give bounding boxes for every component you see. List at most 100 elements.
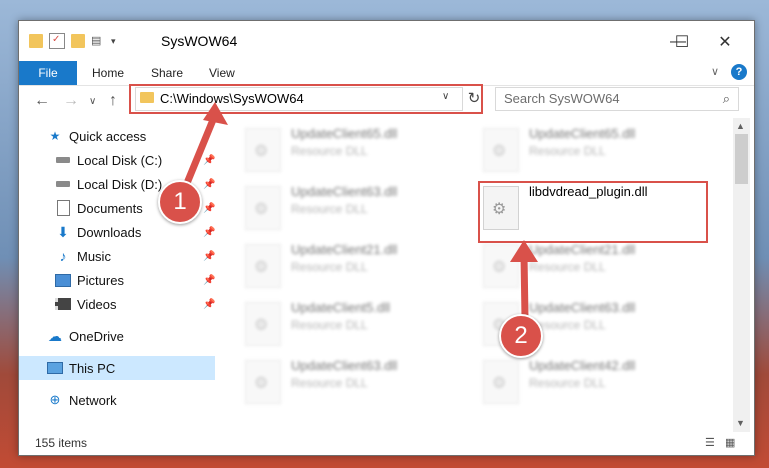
pin-icon[interactable]: 📌: [203, 275, 215, 286]
sidebar-item-quick-access[interactable]: ★ Quick access: [19, 124, 243, 148]
file-item[interactable]: ⚙ UpdateClient65.dll Resource DLL: [483, 124, 713, 176]
search-input[interactable]: Search SysWOW64 ⌕: [495, 87, 739, 111]
sidebar-item-network[interactable]: ⊕ Network: [19, 388, 243, 412]
sidebar-item-label: Music: [77, 248, 111, 264]
cloud-icon: ☁: [48, 327, 62, 344]
customize-toolbar-icon[interactable]: ▤: [91, 34, 105, 48]
vertical-scrollbar[interactable]: ▲ ▼: [733, 118, 750, 432]
file-type: Resource DLL: [529, 376, 606, 390]
recent-locations-icon[interactable]: ∨: [89, 96, 96, 107]
sidebar-item-label: Local Disk (D:): [77, 176, 163, 192]
search-icon[interactable]: ⌕: [723, 91, 730, 107]
file-type: Resource DLL: [529, 144, 606, 158]
sidebar-item-local-disk-d[interactable]: Local Disk (D:) 📌: [19, 172, 251, 196]
gear-icon: ⚙: [254, 317, 269, 334]
expand-ribbon-icon[interactable]: ∨: [711, 65, 719, 78]
pin-icon[interactable]: 📌: [203, 227, 215, 238]
scroll-down-icon[interactable]: ▼: [736, 418, 745, 428]
file-type: Resource DLL: [291, 318, 368, 332]
file-item[interactable]: ⚙ UpdateClient21.dll Resource DLL: [245, 240, 475, 292]
file-item[interactable]: ⚙ UpdateClient21.dll Resource DLL: [483, 240, 713, 292]
gear-icon: ⚙: [492, 259, 507, 276]
search-placeholder: Search SysWOW64: [504, 91, 620, 106]
folder-icon: [29, 34, 43, 48]
file-type: Resource DLL: [291, 202, 368, 216]
pin-icon[interactable]: 📌: [203, 251, 215, 262]
gear-icon: ⚙: [254, 143, 269, 160]
pin-icon[interactable]: 📌: [203, 179, 215, 190]
sidebar-item-videos[interactable]: Videos 📌: [19, 292, 251, 316]
gear-icon: ⚙: [492, 143, 507, 160]
window-title: SysWOW64: [161, 33, 238, 49]
sidebar-item-label: This PC: [69, 360, 116, 376]
sidebar-item-label: Documents: [77, 200, 143, 216]
sidebar-item-label: Network: [69, 392, 117, 408]
quick-access-toolbar: ✓ ▤ ▾: [29, 33, 116, 49]
star-icon: ★: [49, 129, 61, 143]
gear-icon: ⚙: [254, 375, 269, 392]
file-list: ⚙ UpdateClient65.dll Resource DLL ⚙ Upda…: [219, 118, 733, 432]
file-name: UpdateClient5.dll: [291, 300, 391, 315]
new-folder-icon[interactable]: [71, 34, 85, 48]
large-icons-view-icon[interactable]: ▦: [725, 436, 739, 450]
file-highlight: [478, 181, 708, 243]
drive-icon: [55, 152, 71, 168]
sidebar-item-music[interactable]: ♪ Music 📌: [19, 244, 251, 268]
pin-icon[interactable]: 📌: [203, 299, 215, 310]
up-arrow-icon[interactable]: ↑: [109, 92, 117, 110]
dll-file-icon: ⚙: [245, 302, 281, 346]
file-type: Resource DLL: [291, 376, 368, 390]
file-name: UpdateClient65.dll: [291, 126, 398, 141]
dll-file-icon: ⚙: [483, 128, 519, 172]
dll-file-icon: ⚙: [245, 186, 281, 230]
network-icon: ⊕: [49, 392, 61, 407]
file-item[interactable]: ⚙ UpdateClient63.dll Resource DLL: [245, 356, 475, 408]
computer-icon: [47, 360, 63, 376]
file-item[interactable]: ⚙ UpdateClient63.dll Resource DLL: [245, 182, 475, 234]
back-arrow-icon[interactable]: ←: [34, 92, 50, 110]
file-item[interactable]: ⚙ UpdateClient65.dll Resource DLL: [245, 124, 475, 176]
drive-icon: [55, 176, 71, 192]
file-name: UpdateClient21.dll: [529, 242, 636, 257]
file-type: Resource DLL: [529, 260, 606, 274]
sidebar-item-label: Quick access: [69, 128, 147, 144]
toolbar-dropdown-icon[interactable]: ▾: [111, 36, 116, 47]
pictures-icon: [55, 272, 71, 288]
forward-arrow-icon[interactable]: →: [63, 92, 79, 110]
file-item[interactable]: ⚙ UpdateClient42.dll Resource DLL: [483, 356, 713, 408]
scroll-up-icon[interactable]: ▲: [736, 121, 745, 131]
details-view-icon[interactable]: ☰: [705, 436, 719, 450]
file-name: UpdateClient21.dll: [291, 242, 398, 257]
sidebar-item-label: OneDrive: [69, 328, 124, 344]
tab-file[interactable]: File: [19, 61, 77, 85]
step-marker-2: 2: [499, 314, 543, 358]
maximize-button[interactable]: ☐: [659, 29, 705, 55]
sidebar-item-label: Videos: [77, 296, 117, 312]
navigation-pane: ★ Quick access Local Disk (C:) 📌 Local D…: [19, 118, 215, 432]
status-bar: 155 items ☰ ▦: [19, 432, 754, 455]
tab-home[interactable]: Home: [92, 61, 124, 85]
sidebar-item-onedrive[interactable]: ☁ OneDrive: [19, 324, 243, 348]
scroll-thumb[interactable]: [735, 134, 748, 184]
videos-icon: [55, 296, 71, 312]
file-name: UpdateClient42.dll: [529, 358, 636, 373]
tab-view[interactable]: View: [209, 61, 235, 85]
sidebar-item-downloads[interactable]: ⬇ Downloads 📌: [19, 220, 251, 244]
sidebar-item-documents[interactable]: Documents 📌: [19, 196, 251, 220]
file-name: UpdateClient65.dll: [529, 126, 636, 141]
help-button[interactable]: ?: [731, 64, 747, 80]
title-bar: ✓ ▤ ▾ SysWOW64 — ☐ ✕: [19, 21, 754, 61]
sidebar-item-label: Pictures: [77, 272, 124, 288]
sidebar-item-label: Local Disk (C:): [77, 152, 163, 168]
close-button[interactable]: ✕: [702, 29, 748, 55]
sidebar-item-label: Downloads: [77, 224, 142, 240]
pin-icon[interactable]: 📌: [203, 155, 215, 166]
sidebar-item-local-disk-c[interactable]: Local Disk (C:) 📌: [19, 148, 251, 172]
pin-icon[interactable]: 📌: [203, 203, 215, 214]
sidebar-item-this-pc[interactable]: This PC: [19, 356, 215, 380]
tab-share[interactable]: Share: [151, 61, 183, 85]
file-item[interactable]: ⚙ UpdateClient5.dll Resource DLL: [245, 298, 475, 350]
music-icon: ♪: [59, 248, 67, 264]
properties-icon[interactable]: ✓: [49, 33, 65, 49]
sidebar-item-pictures[interactable]: Pictures 📌: [19, 268, 251, 292]
